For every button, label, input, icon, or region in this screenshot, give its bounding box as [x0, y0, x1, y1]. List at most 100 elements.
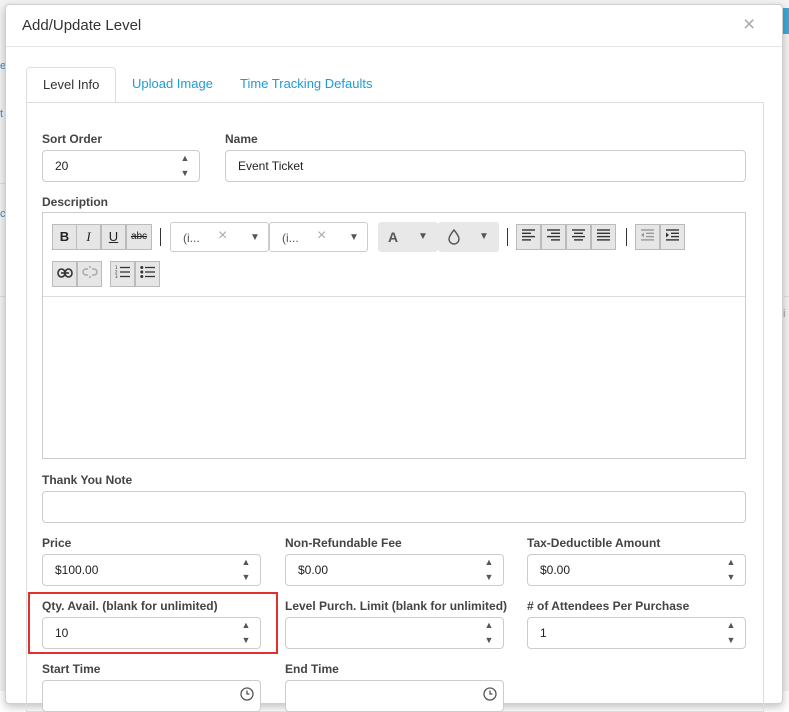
modal-title: Add/Update Level	[22, 17, 142, 34]
stepper-up-icon[interactable]: ▲	[475, 555, 503, 570]
chevron-down-icon: ▼	[479, 231, 489, 242]
clock-icon[interactable]	[483, 687, 497, 704]
font-size-select[interactable]: (i... × ▼	[269, 222, 368, 252]
tax-deductible-value: $0.00	[540, 563, 571, 577]
sort-order-input[interactable]: 20 ▲ ▼	[42, 150, 200, 182]
svg-text:3: 3	[115, 274, 118, 278]
justify-button[interactable]	[591, 224, 616, 250]
toolbar-separator	[507, 228, 508, 246]
toolbar-separator	[160, 228, 161, 246]
indent-button[interactable]	[660, 224, 685, 250]
font-size-value: (i...	[282, 231, 299, 245]
outdent-icon	[641, 229, 654, 241]
background-divider	[784, 296, 789, 297]
tab-level-info[interactable]: Level Info	[26, 67, 117, 103]
non-refundable-fee-input[interactable]: $0.00 ▲ ▼	[285, 554, 504, 586]
price-stepper[interactable]: ▲ ▼	[232, 555, 260, 585]
editor-toolbar: B I U abc (i... × ▼ (i... × ▼ A ▼ ▼ 1 2 …	[43, 213, 745, 297]
unordered-list-icon	[140, 266, 155, 278]
highlight-color-picker[interactable]: ▼	[438, 222, 499, 252]
font-color-picker[interactable]: A ▼	[378, 222, 438, 252]
chevron-down-icon: ▼	[349, 232, 359, 243]
modal-header: Add/Update Level ×	[6, 5, 782, 47]
end-time-label: End Time	[285, 662, 339, 676]
name-label: Name	[225, 132, 258, 146]
justify-icon	[597, 229, 610, 241]
background-accent	[783, 8, 789, 34]
tab-upload-image[interactable]: Upload Image	[116, 67, 229, 102]
stepper-down-icon[interactable]: ▼	[717, 570, 745, 585]
name-input[interactable]: Event Ticket	[225, 150, 746, 182]
clock-icon[interactable]	[240, 687, 254, 704]
italic-button[interactable]: I	[76, 224, 101, 250]
insert-link-button[interactable]	[52, 261, 77, 287]
toolbar-separator	[626, 228, 627, 246]
background-fragment: t	[0, 108, 4, 120]
stepper-up-icon[interactable]: ▲	[475, 618, 503, 633]
purch-limit-stepper[interactable]: ▲ ▼	[475, 618, 503, 648]
attendees-value: 1	[540, 626, 547, 640]
font-color-icon: A	[388, 229, 399, 245]
unlink-icon	[81, 266, 98, 278]
sort-order-stepper[interactable]: ▲ ▼	[171, 151, 199, 181]
close-icon[interactable]: ×	[743, 14, 755, 35]
start-time-label: Start Time	[42, 662, 101, 676]
description-label: Description	[42, 195, 109, 209]
qty-avail-highlight-box	[28, 592, 278, 654]
indent-icon	[666, 229, 679, 241]
stepper-down-icon[interactable]: ▼	[171, 166, 199, 181]
sort-order-value: 20	[55, 159, 69, 173]
ordered-list-icon: 123	[115, 265, 130, 279]
stepper-down-icon[interactable]: ▼	[717, 633, 745, 648]
non-refundable-fee-value: $0.00	[298, 563, 329, 577]
price-value: $100.00	[55, 563, 99, 577]
price-input[interactable]: $100.00 ▲ ▼	[42, 554, 261, 586]
stepper-down-icon[interactable]: ▼	[475, 570, 503, 585]
clear-icon[interactable]: ×	[317, 227, 326, 245]
font-family-select[interactable]: (i... × ▼	[170, 222, 269, 252]
font-family-value: (i...	[183, 231, 200, 245]
purch-limit-label: Level Purch. Limit (blank for unlimited)	[285, 599, 508, 613]
align-right-button[interactable]	[541, 224, 566, 250]
non-refundable-fee-label: Non-Refundable Fee	[285, 536, 402, 550]
name-value: Event Ticket	[238, 159, 304, 173]
tab-time-tracking-defaults[interactable]: Time Tracking Defaults	[224, 67, 388, 102]
thank-you-note-input[interactable]	[42, 491, 746, 523]
outdent-button[interactable]	[635, 224, 660, 250]
attendees-input[interactable]: 1 ▲ ▼	[527, 617, 746, 649]
align-center-button[interactable]	[566, 224, 591, 250]
stepper-down-icon[interactable]: ▼	[475, 633, 503, 648]
background-fragment: i	[783, 308, 786, 320]
bold-button[interactable]: B	[52, 224, 77, 250]
tax-deductible-stepper[interactable]: ▲ ▼	[717, 555, 745, 585]
ordered-list-button[interactable]: 123	[110, 261, 135, 287]
stepper-up-icon[interactable]: ▲	[717, 618, 745, 633]
link-icon	[56, 268, 73, 278]
thank-you-note-label: Thank You Note	[42, 473, 133, 487]
strikethrough-button[interactable]: abc	[126, 224, 152, 250]
stepper-down-icon[interactable]: ▼	[232, 570, 260, 585]
non-refundable-fee-stepper[interactable]: ▲ ▼	[475, 555, 503, 585]
description-editor: B I U abc (i... × ▼ (i... × ▼ A ▼ ▼ 1 2 …	[42, 212, 746, 459]
description-content-area[interactable]	[43, 297, 745, 458]
attendees-stepper[interactable]: ▲ ▼	[717, 618, 745, 648]
tax-deductible-input[interactable]: $0.00 ▲ ▼	[527, 554, 746, 586]
end-time-input[interactable]	[285, 680, 504, 712]
droplet-icon	[447, 228, 461, 248]
clear-icon[interactable]: ×	[218, 227, 227, 245]
align-left-button[interactable]	[516, 224, 541, 250]
align-right-icon	[547, 229, 560, 241]
purch-limit-input[interactable]: ▲ ▼	[285, 617, 504, 649]
stepper-up-icon[interactable]: ▲	[717, 555, 745, 570]
price-label: Price	[42, 536, 72, 550]
sort-order-label: Sort Order	[42, 132, 103, 146]
align-center-icon	[572, 229, 585, 241]
stepper-up-icon[interactable]: ▲	[232, 555, 260, 570]
unordered-list-button[interactable]	[135, 261, 160, 287]
align-left-icon	[522, 229, 535, 241]
remove-link-button[interactable]	[77, 261, 102, 287]
underline-button[interactable]: U	[101, 224, 126, 250]
start-time-input[interactable]	[42, 680, 261, 712]
stepper-up-icon[interactable]: ▲	[171, 151, 199, 166]
tax-deductible-label: Tax-Deductible Amount	[527, 536, 661, 550]
